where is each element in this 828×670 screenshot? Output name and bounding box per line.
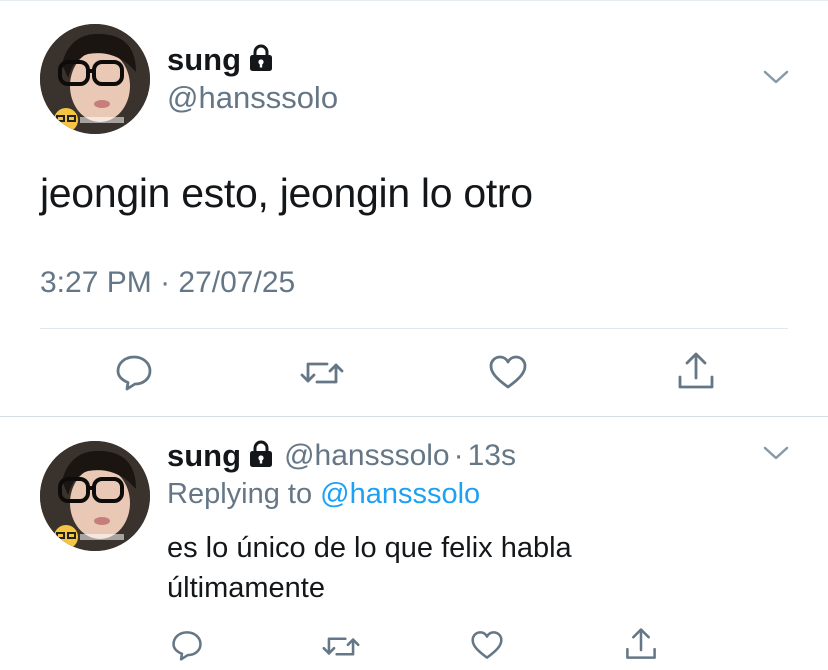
display-name[interactable]: sung [167, 42, 241, 78]
tweet-text: es lo único de lo que felix habla última… [167, 532, 572, 604]
like-button[interactable] [468, 628, 506, 662]
author-handle[interactable]: @hansssolo [167, 80, 338, 116]
avatar[interactable] [40, 24, 150, 134]
tweet-text: jeongin esto, jeongin lo otro [40, 170, 533, 216]
reply-icon [116, 355, 152, 391]
reply-button[interactable] [112, 352, 156, 392]
retweet-button[interactable] [298, 354, 346, 392]
retweet-button[interactable] [320, 630, 362, 662]
meta-separator: · [453, 439, 464, 472]
main-tweet: sung @hansssolo jeongin esto, jeongin lo… [0, 0, 828, 416]
tweet-separator [0, 416, 828, 417]
replying-handle-link[interactable]: @hansssolo [320, 478, 480, 510]
share-icon [678, 352, 714, 389]
retweet-icon [300, 362, 344, 384]
share-button[interactable] [674, 350, 718, 392]
share-button[interactable] [622, 626, 660, 662]
tweet-time[interactable]: 13s [468, 439, 516, 473]
retweet-icon [322, 636, 360, 656]
replying-to: Replying to @hansssolo [167, 478, 480, 511]
display-name[interactable]: sung [167, 438, 241, 474]
reply-button[interactable] [168, 628, 206, 662]
chevron-down-icon[interactable] [762, 68, 790, 91]
heart-icon [471, 631, 503, 659]
replying-label: Replying to [167, 478, 313, 510]
avatar-image [40, 24, 150, 134]
meta-separator: · [160, 266, 171, 299]
lock-icon [248, 44, 274, 77]
lock-icon [248, 440, 274, 473]
like-button[interactable] [486, 352, 530, 392]
avatar[interactable] [40, 441, 150, 551]
heart-icon [489, 355, 527, 389]
tweet-date: 27/07/25 [178, 266, 296, 299]
author-name-row: sung [167, 40, 274, 80]
tweet-timestamp: 3:27 PM · 27/07/25 [40, 266, 295, 300]
share-icon [626, 628, 656, 659]
avatar-image [40, 441, 150, 551]
reply-icon [172, 631, 202, 661]
chevron-down-icon[interactable] [762, 444, 790, 467]
author-handle[interactable]: @hansssolo [284, 439, 450, 473]
reply-header: sung @hansssolo · 13s [167, 436, 516, 476]
divider [40, 328, 788, 329]
tweet-time: 3:27 PM [40, 266, 152, 299]
